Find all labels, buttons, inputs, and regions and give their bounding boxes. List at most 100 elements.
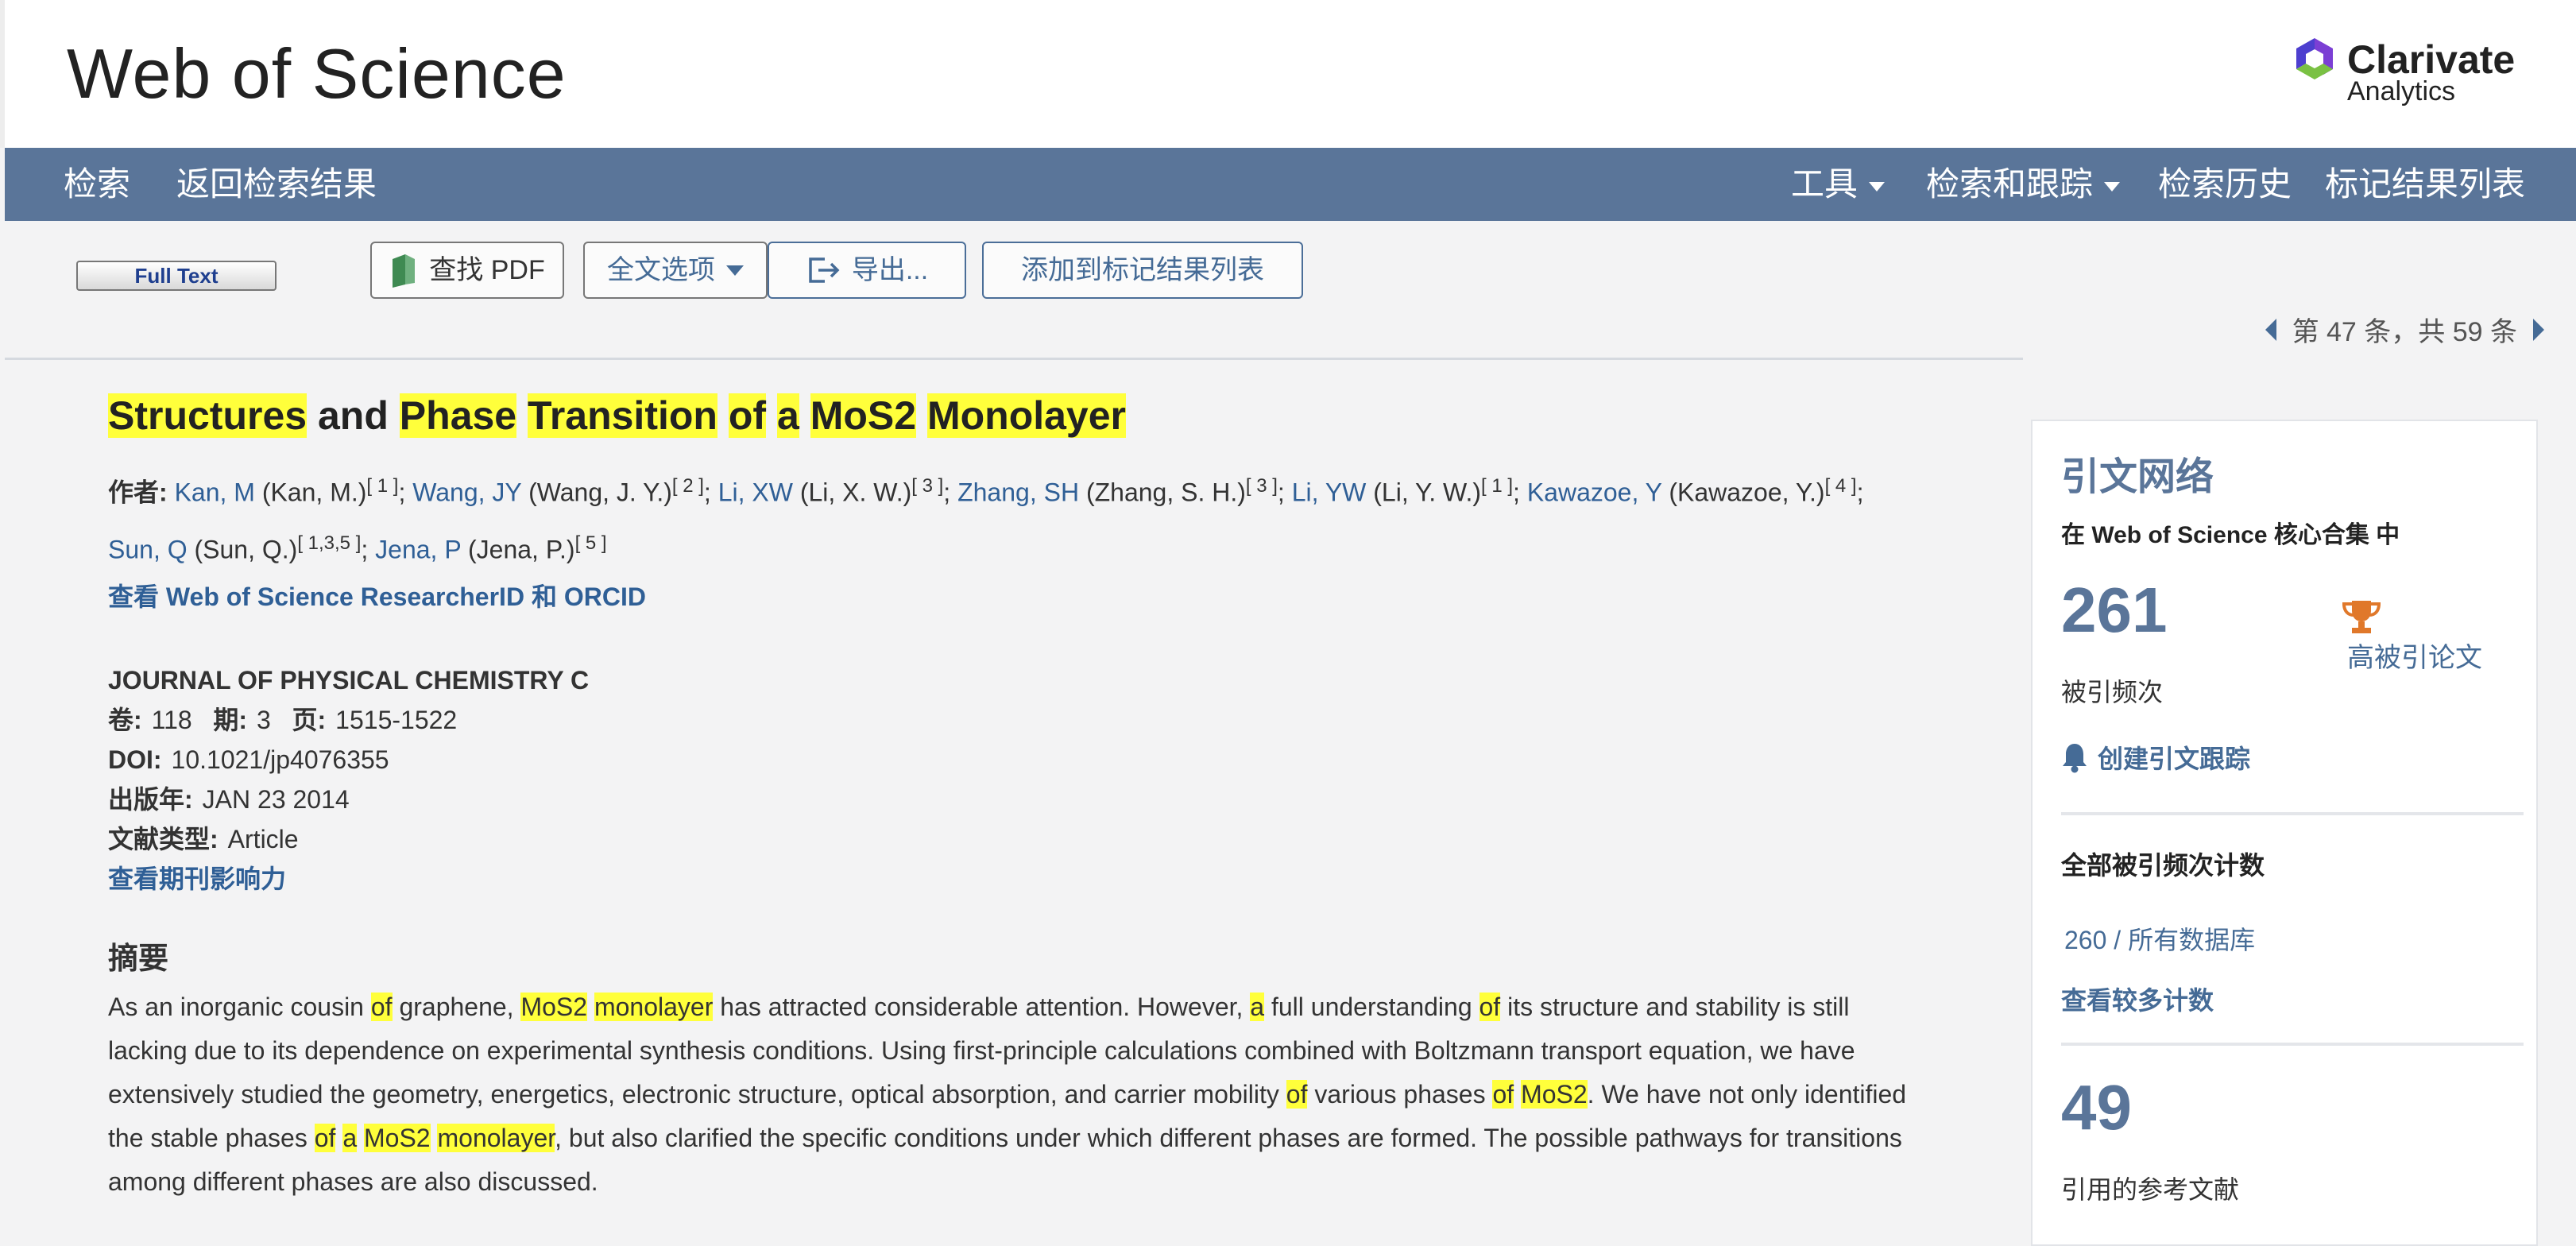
- sidebar-divider: [2061, 812, 2524, 815]
- volume-issue-pages: 卷: 118 期: 3 页: 1515-1522: [108, 700, 1912, 740]
- trophy-icon: [2342, 601, 2381, 633]
- highlighted-term: of: [1286, 1080, 1308, 1109]
- author-link[interactable]: Li, XW: [718, 478, 793, 507]
- author-link[interactable]: Jena, P: [375, 535, 461, 563]
- highlighted-term: MoS2: [520, 993, 588, 1022]
- add-to-marked-list-label: 添加到标记结果列表: [1021, 255, 1264, 285]
- highlighted-term: monolayer: [437, 1124, 555, 1153]
- abstract-segment: As an inorganic cousin: [108, 993, 371, 1022]
- previous-record-icon[interactable]: [2265, 318, 2276, 341]
- citation-network-panel: 引文网络 在 Web of Science 核心合集 中 261 被引频次 高被…: [2031, 420, 2538, 1246]
- all-databases-count[interactable]: 260 / 所有数据库: [2064, 920, 2255, 957]
- researcher-id-link[interactable]: 查看 Web of Science ResearcherID 和 ORCID: [108, 575, 1912, 619]
- next-record-icon[interactable]: [2533, 318, 2544, 341]
- nav-back-to-results[interactable]: 返回检索结果: [176, 148, 377, 221]
- pages-value: 1515-1522: [335, 706, 458, 735]
- pubyear-label: 出版年:: [108, 785, 193, 815]
- view-more-counts-link[interactable]: 查看较多计数: [2061, 981, 2214, 1017]
- highlighted-term: of: [370, 993, 393, 1022]
- nav-search[interactable]: 检索: [64, 148, 130, 221]
- clarivate-logo[interactable]: Clarivate Analytics: [2292, 35, 2515, 114]
- volume-label: 卷:: [108, 706, 142, 735]
- author-list: 作者: Kan, M (Kan, M.)[ 1 ]; Wang, JY (Wan…: [108, 461, 1912, 619]
- citation-network-title: 引文网络: [2061, 456, 2214, 498]
- brand-title[interactable]: Web of Science: [67, 33, 567, 114]
- create-citation-alert-label: 创建引文跟踪: [2098, 745, 2251, 773]
- nav-search-history[interactable]: 检索历史: [2158, 148, 2292, 221]
- title-word: a: [776, 393, 799, 438]
- doctype-value: Article: [227, 825, 299, 854]
- all-times-cited-heading: 全部被引频次计数: [2061, 851, 2265, 880]
- author-link[interactable]: Li, YW: [1292, 478, 1367, 507]
- author-link[interactable]: Sun, Q: [108, 535, 188, 563]
- affiliation-ref[interactable]: [ 4 ]: [1825, 475, 1857, 497]
- affiliation-ref[interactable]: [ 1,3,5 ]: [297, 532, 361, 554]
- nav-search-and-track[interactable]: 检索和跟踪: [1926, 148, 2121, 221]
- issue-value: 3: [257, 706, 271, 735]
- volume-value: 118: [151, 706, 192, 735]
- abstract-segment: has attracted considerable attention. Ho…: [713, 993, 1251, 1022]
- full-text-options-select[interactable]: 全文选项: [583, 242, 768, 299]
- affiliation-ref[interactable]: [ 5 ]: [575, 532, 607, 554]
- record-title: Structures and Phase Transition of a MoS…: [108, 393, 1912, 439]
- title-word: Monolayer: [926, 393, 1127, 438]
- cited-references-label: 引用的参考文献: [2061, 1175, 2240, 1204]
- record-main: Structures and Phase Transition of a MoS…: [108, 381, 1912, 1204]
- author-full-name: (Wang, J. Y.): [528, 478, 672, 507]
- nav-tools[interactable]: 工具: [1791, 148, 1886, 221]
- affiliation-ref[interactable]: [ 1 ]: [366, 475, 398, 497]
- nav-marked-list[interactable]: 标记结果列表: [2325, 148, 2525, 221]
- sidebar-divider: [2061, 1043, 2524, 1046]
- full-text-button[interactable]: Full Text: [76, 261, 277, 291]
- source-info: JOURNAL OF PHYSICAL CHEMISTRY C 卷: 118 期:…: [108, 660, 1912, 899]
- author-link[interactable]: Kawazoe, Y: [1527, 478, 1662, 507]
- issue-label: 期:: [213, 706, 248, 735]
- affiliation-ref[interactable]: [ 1 ]: [1481, 475, 1513, 497]
- author-full-name: (Kan, M.): [261, 478, 367, 507]
- title-word: Phase: [399, 393, 517, 438]
- pager-text: 第 47 条，共 59 条: [2292, 317, 2517, 347]
- pdf-icon: [393, 254, 416, 288]
- create-citation-alert[interactable]: 创建引文跟踪: [2061, 739, 2250, 776]
- journal-impact-link[interactable]: 查看期刊影响力: [108, 859, 1912, 899]
- find-pdf-label: 查找 PDF: [429, 255, 545, 285]
- author-link[interactable]: Zhang, SH: [957, 478, 1079, 507]
- times-cited-count[interactable]: 261: [2061, 574, 2167, 647]
- affiliation-ref[interactable]: [ 3 ]: [911, 475, 943, 497]
- author-link[interactable]: Wang, JY: [412, 478, 521, 507]
- abstract-segment: graphene,: [392, 993, 521, 1022]
- site-header: Web of Science Clarivate Analytics: [0, 0, 2576, 148]
- doi-row: DOI: 10.1021/jp4076355: [108, 740, 1912, 780]
- export-icon: [809, 257, 840, 283]
- highlighted-term: MoS2: [1521, 1080, 1588, 1109]
- highlighted-term: a: [1250, 993, 1265, 1022]
- export-label: 导出...: [851, 255, 929, 285]
- doi-value: 10.1021/jp4076355: [171, 745, 389, 775]
- abstract-segment: [357, 1124, 364, 1152]
- chevron-down-icon: [1869, 181, 1886, 192]
- nav-search-and-track-label: 检索和跟踪: [1926, 165, 2094, 203]
- add-to-marked-list-button[interactable]: 添加到标记结果列表: [982, 242, 1303, 299]
- chevron-down-icon: [726, 265, 744, 276]
- abstract-text: As an inorganic cousin of graphene, MoS2…: [108, 985, 1912, 1204]
- highlighted-term: of: [1492, 1080, 1514, 1109]
- nav-tools-label: 工具: [1791, 165, 1859, 203]
- author-full-name: (Zhang, S. H.): [1085, 478, 1246, 507]
- affiliation-ref[interactable]: [ 3 ]: [1246, 475, 1278, 497]
- full-text-options-label: 全文选项: [607, 255, 715, 285]
- cited-references-count[interactable]: 49: [2061, 1071, 2132, 1144]
- title-word: MoS2: [810, 393, 917, 438]
- main-nav: 检索 返回检索结果 工具 检索和跟踪 检索历史 标记结果列表: [5, 148, 2576, 221]
- chevron-down-icon: [2104, 181, 2121, 192]
- pubyear-value: JAN 23 2014: [202, 785, 350, 815]
- find-pdf-button[interactable]: 查找 PDF: [370, 242, 564, 299]
- times-cited-label: 被引频次: [2061, 678, 2164, 706]
- author-full-name: (Sun, Q.): [194, 535, 298, 564]
- author-link[interactable]: Kan, M: [175, 478, 255, 507]
- title-word: and: [317, 393, 389, 438]
- export-button[interactable]: 导出...: [768, 242, 966, 299]
- abstract-segment: [587, 993, 594, 1021]
- affiliation-ref[interactable]: [ 2 ]: [672, 475, 704, 497]
- highly-cited-paper-link[interactable]: 高被引论文: [2347, 636, 2482, 675]
- title-word: of: [728, 393, 767, 438]
